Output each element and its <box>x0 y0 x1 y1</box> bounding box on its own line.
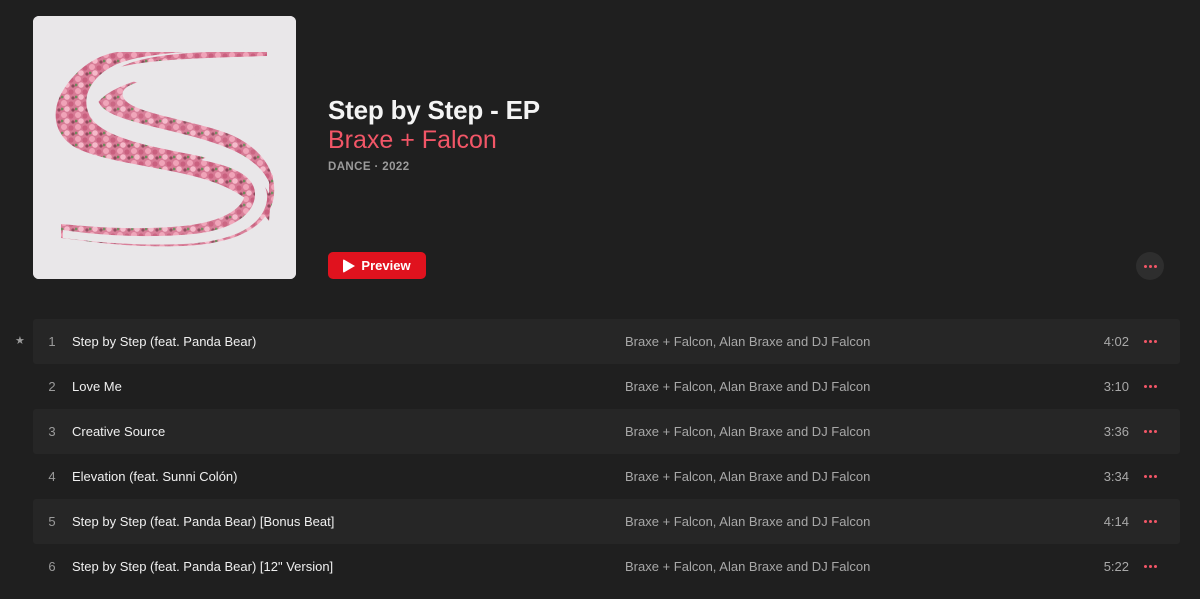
preview-button-label: Preview <box>361 258 411 273</box>
track-title: Creative Source <box>72 424 166 439</box>
ellipsis-icon <box>1143 264 1157 268</box>
track-number: 5 <box>48 514 56 529</box>
track-number: 6 <box>48 559 56 574</box>
preview-button[interactable]: Preview <box>328 252 426 279</box>
ellipsis-icon <box>1143 430 1157 433</box>
track-artists[interactable]: Braxe + Falcon, Alan Braxe and DJ Falcon <box>625 469 870 484</box>
track-row[interactable]: 3 Creative Source Braxe + Falcon, Alan B… <box>0 409 1200 454</box>
track-row[interactable]: 4 Elevation (feat. Sunni Colón) Braxe + … <box>0 454 1200 499</box>
ellipsis-icon <box>1143 520 1157 523</box>
track-duration: 4:02 <box>1103 334 1129 349</box>
track-title: Step by Step (feat. Panda Bear) [12" Ver… <box>72 559 334 574</box>
track-row[interactable]: ★ 1 Step by Step (feat. Panda Bear) Brax… <box>0 319 1200 364</box>
track-more-button[interactable] <box>1142 334 1158 350</box>
track-number: 4 <box>48 469 56 484</box>
artist-link[interactable]: Braxe + Falcon <box>328 126 497 155</box>
play-icon <box>343 258 356 273</box>
track-artists[interactable]: Braxe + Falcon, Alan Braxe and DJ Falcon <box>625 379 870 394</box>
track-number: 2 <box>48 379 56 394</box>
track-title: Step by Step (feat. Panda Bear) [Bonus B… <box>72 514 335 529</box>
track-artists[interactable]: Braxe + Falcon, Alan Braxe and DJ Falcon <box>625 334 870 349</box>
ellipsis-icon <box>1143 475 1157 478</box>
track-duration: 5:22 <box>1103 559 1129 574</box>
track-title: Step by Step (feat. Panda Bear) <box>72 334 257 349</box>
track-list: ★ 1 Step by Step (feat. Panda Bear) Brax… <box>0 319 1200 589</box>
track-duration: 3:36 <box>1103 424 1129 439</box>
track-more-button[interactable] <box>1142 559 1158 575</box>
track-artists[interactable]: Braxe + Falcon, Alan Braxe and DJ Falcon <box>625 424 870 439</box>
track-artists[interactable]: Braxe + Falcon, Alan Braxe and DJ Falcon <box>625 559 870 574</box>
track-row[interactable]: 5 Step by Step (feat. Panda Bear) [Bonus… <box>0 499 1200 544</box>
track-number: 3 <box>48 424 56 439</box>
album-artwork[interactable] <box>33 16 296 279</box>
album-page: Step by Step - EP Braxe + Falcon DANCE ·… <box>0 0 1200 599</box>
album-title: Step by Step - EP <box>328 95 540 125</box>
album-more-button[interactable] <box>1136 252 1164 280</box>
ellipsis-icon <box>1143 385 1157 388</box>
row-background <box>33 364 1180 409</box>
track-more-button[interactable] <box>1142 514 1158 530</box>
track-duration: 3:34 <box>1103 469 1129 484</box>
track-number: 1 <box>48 334 56 349</box>
track-title: Love Me <box>72 379 122 394</box>
track-more-button[interactable] <box>1142 424 1158 440</box>
favorite-star-icon: ★ <box>15 335 25 347</box>
track-more-button[interactable] <box>1142 469 1158 485</box>
ellipsis-icon <box>1143 340 1157 343</box>
album-artwork-s-logo <box>33 16 296 279</box>
track-title: Elevation (feat. Sunni Colón) <box>72 469 238 484</box>
genre-year-label: DANCE · 2022 <box>328 161 410 173</box>
ellipsis-icon <box>1143 565 1157 568</box>
track-row[interactable]: 6 Step by Step (feat. Panda Bear) [12" V… <box>0 544 1200 589</box>
track-duration: 4:14 <box>1103 514 1129 529</box>
track-more-button[interactable] <box>1142 379 1158 395</box>
track-duration: 3:10 <box>1103 379 1129 394</box>
track-artists[interactable]: Braxe + Falcon, Alan Braxe and DJ Falcon <box>625 514 870 529</box>
row-background <box>33 409 1180 454</box>
track-row[interactable]: 2 Love Me Braxe + Falcon, Alan Braxe and… <box>0 364 1200 409</box>
